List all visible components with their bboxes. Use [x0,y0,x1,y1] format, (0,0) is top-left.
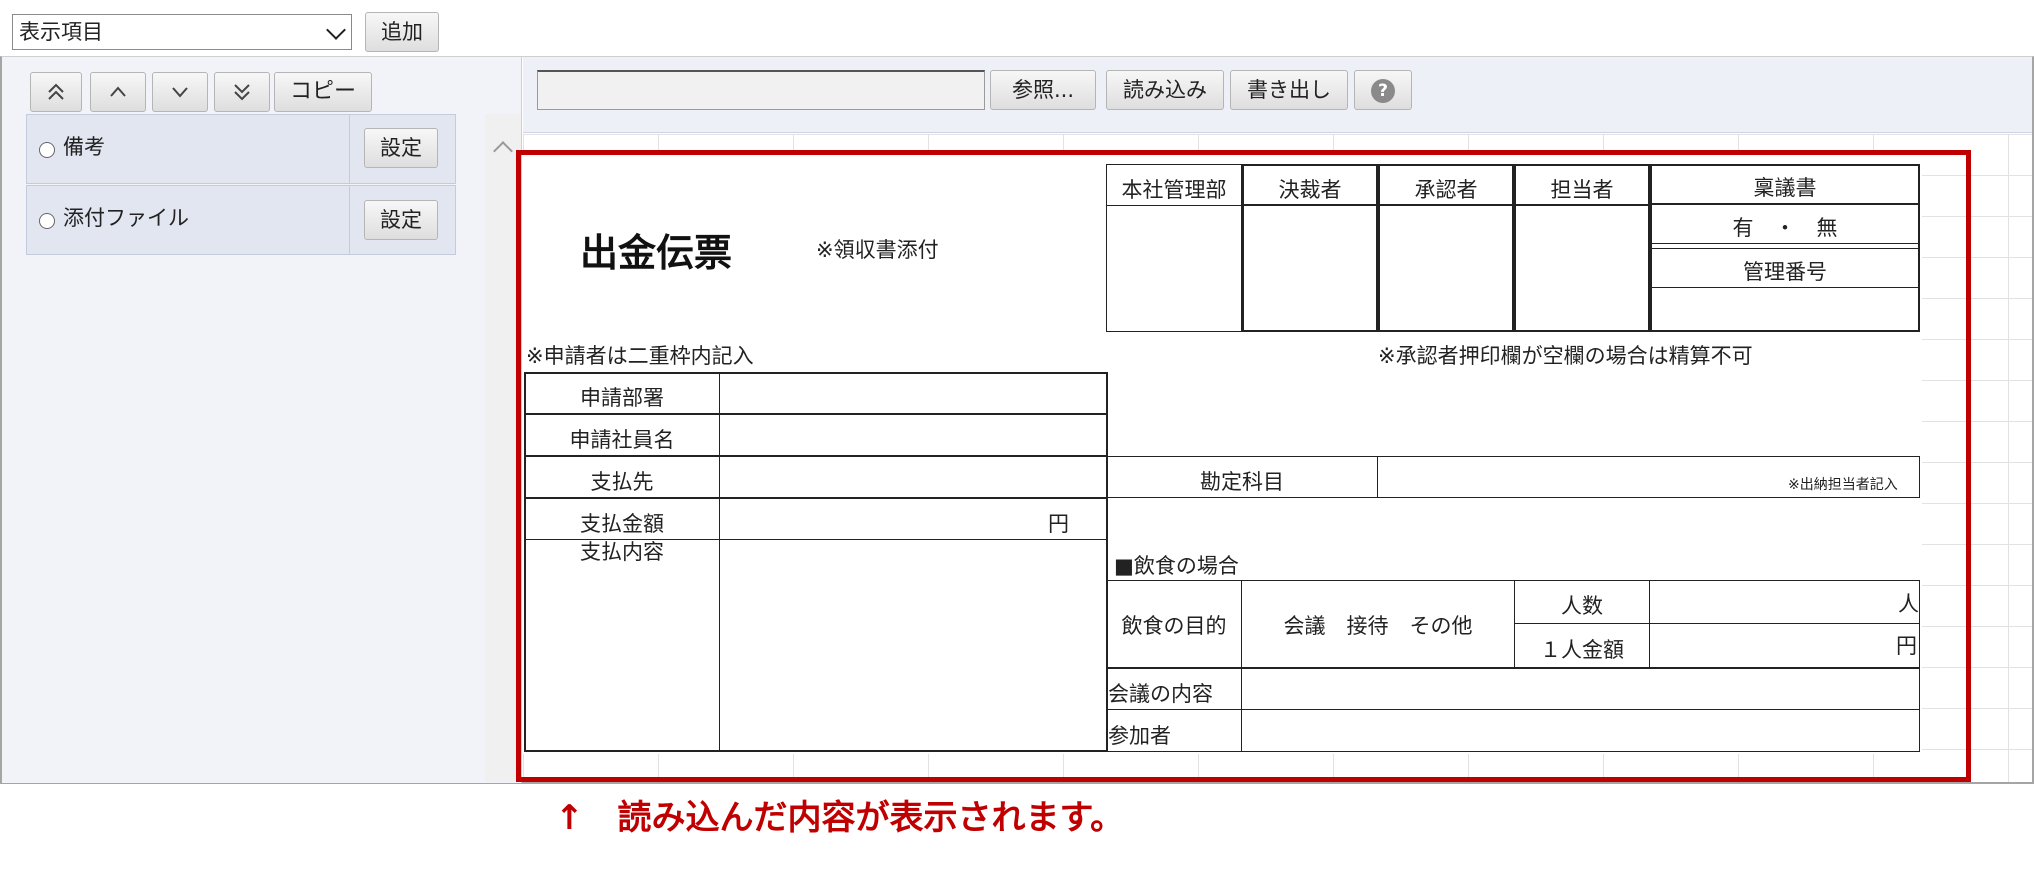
double-chevron-up-icon [48,83,64,100]
add-button[interactable]: 追加 [365,12,439,52]
move-down-button[interactable] [152,72,208,112]
list-item-label: 備考 [63,135,105,159]
import-button[interactable]: 読み込み [1106,70,1224,110]
list-item-label: 添付ファイル [63,206,189,230]
help-button[interactable]: ? [1354,70,1412,110]
copy-button[interactable]: コピー [274,72,372,112]
chevron-down-icon [172,87,188,98]
scroll-up-icon[interactable] [493,141,513,161]
settings-button[interactable]: 設定 [364,200,438,240]
chevron-down-icon [326,20,346,40]
move-bottom-button[interactable] [214,72,270,112]
move-top-button[interactable] [30,72,82,112]
display-item-select-value: 表示項目 [19,20,103,44]
settings-button[interactable]: 設定 [364,128,438,168]
highlight-frame [516,150,1971,782]
file-path-input[interactable] [537,70,985,110]
browse-button[interactable]: 参照... [990,70,1096,110]
export-button[interactable]: 書き出し [1230,70,1348,110]
chevron-up-icon [110,86,126,97]
double-chevron-down-icon [234,84,250,101]
help-icon: ? [1371,79,1395,103]
radio-button[interactable] [39,142,55,158]
move-up-button[interactable] [90,72,146,112]
display-item-select[interactable]: 表示項目 [12,14,352,50]
caption-text: ↑ 読み込んだ内容が表示されます。 [555,798,1125,838]
radio-button[interactable] [39,213,55,229]
